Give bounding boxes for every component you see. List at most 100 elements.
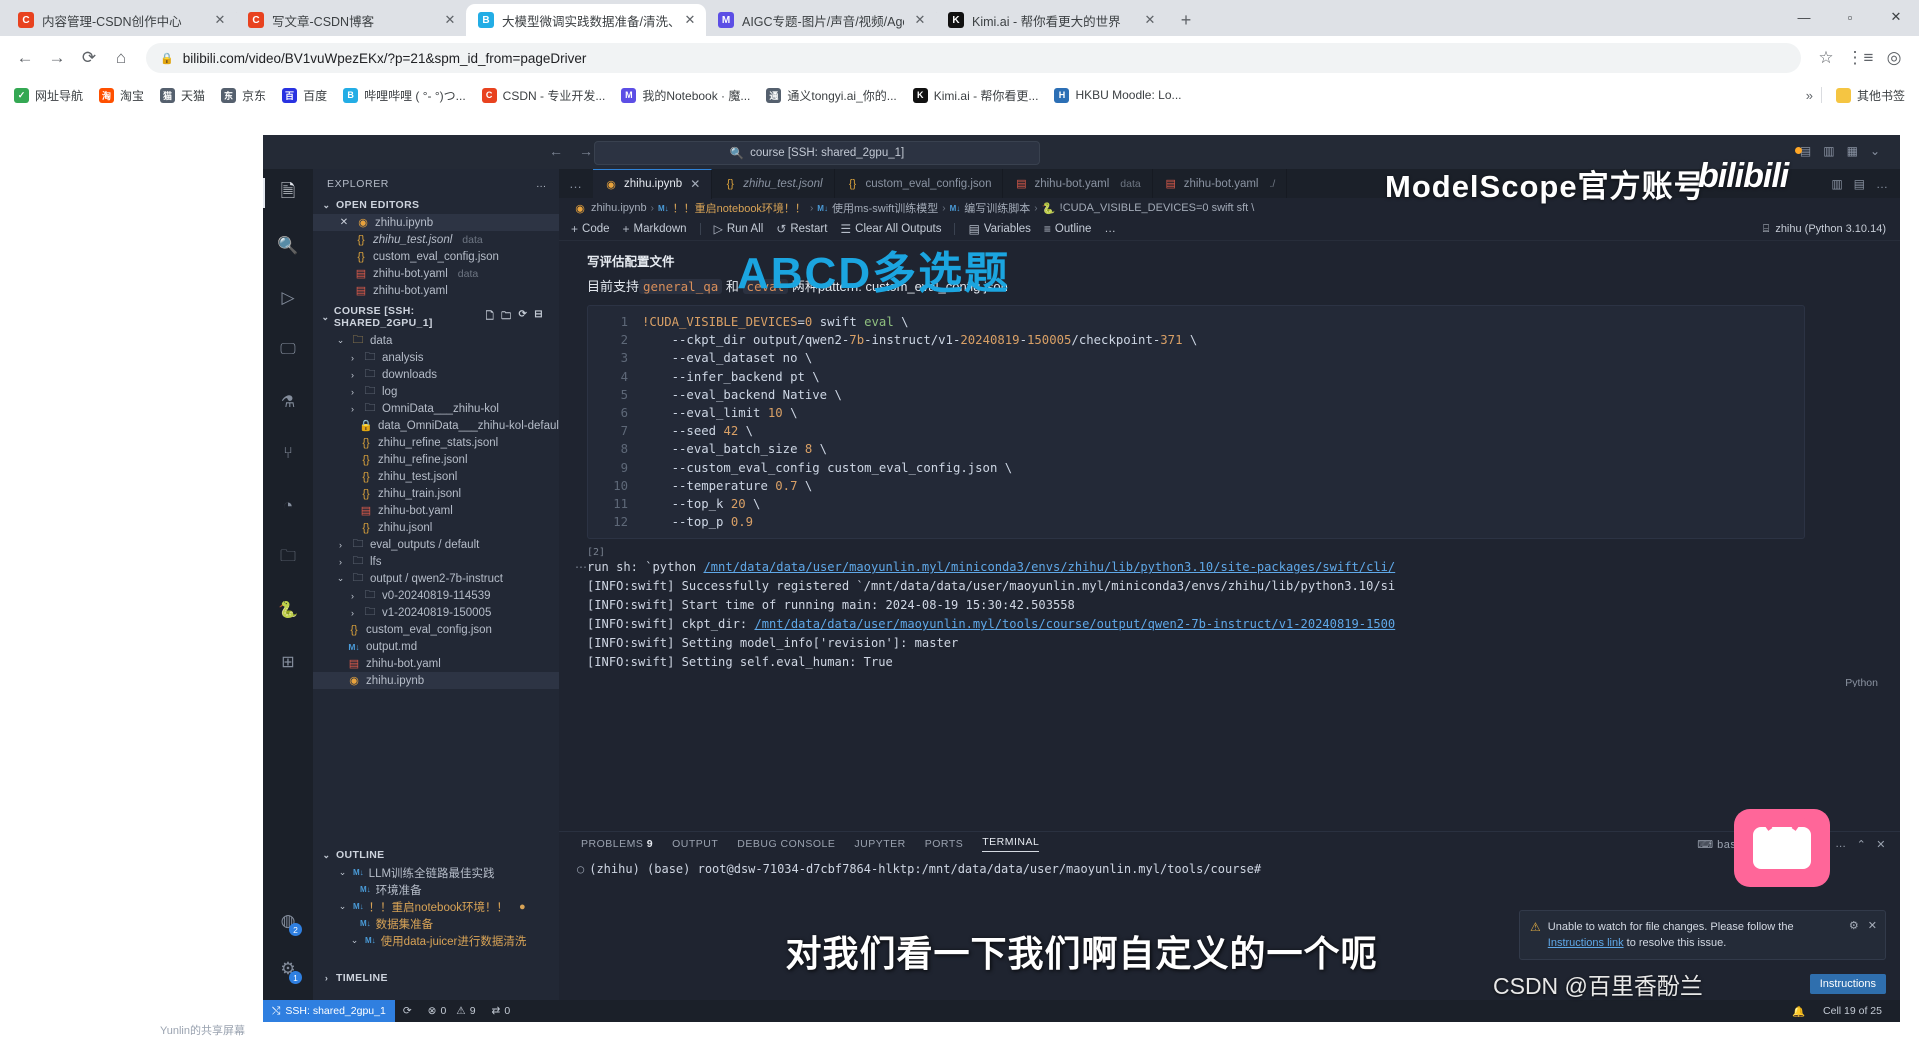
open-editor-item[interactable]: {} zhihu_test.jsonl data <box>313 231 559 248</box>
editor-tab-zhihu-test-jsonl[interactable]: {} zhihu_test.jsonl <box>712 169 835 198</box>
tree-item[interactable]: › 🗀 log <box>313 383 559 400</box>
section-open-editors[interactable]: ⌄ OPEN EDITORS <box>313 196 559 214</box>
address-bar[interactable]: 🔒 bilibili.com/video/BV1vuWpezEKx/?p=21&… <box>146 43 1801 73</box>
close-window-button[interactable]: ✕ <box>1873 0 1919 34</box>
kernel-selector[interactable]: ⌸ zhihu (Python 3.10.14) <box>1763 223 1900 236</box>
new-file-icon[interactable]: 🗋 <box>486 309 494 326</box>
close-icon[interactable]: ✕ <box>337 217 351 228</box>
bookmark-4[interactable]: 百百度 <box>276 84 333 107</box>
statusbar-cell-indicator[interactable]: Cell 19 of 25 <box>1815 1005 1890 1017</box>
minimize-button[interactable]: — <box>1781 0 1827 34</box>
editor-tab-zhihu-ipynb[interactable]: ◉ zhihu.ipynb ✕ <box>593 168 713 199</box>
browser-tab-1[interactable]: C 写文章-CSDN博客 ✕ <box>236 4 467 36</box>
tree-item[interactable]: M↓ output.md <box>313 638 559 655</box>
tree-item[interactable]: {} zhihu_refine_stats.jsonl <box>313 434 559 451</box>
bookmark-3[interactable]: 东京东 <box>215 84 272 107</box>
browser-tab-2[interactable]: B 大模型微调实践数据准备/清洗、 ✕ <box>466 4 706 36</box>
toggle-secondary-sidebar-icon[interactable]: ▦ <box>1847 144 1858 158</box>
tree-item[interactable]: › 🗀 v1-20240819-150005 <box>313 604 559 621</box>
statusbar-ports[interactable]: ⇄ 0 <box>484 1005 519 1017</box>
open-editor-item[interactable]: ✕ ◉ zhihu.ipynb <box>313 214 559 231</box>
vscode-back-icon[interactable]: ← <box>549 143 563 159</box>
new-folder-icon[interactable]: 🗀 <box>501 309 511 326</box>
output-link[interactable]: /mnt/data/data/user/maoyunlin.myl/minico… <box>704 560 1396 574</box>
panel-tab-terminal[interactable]: TERMINAL <box>982 836 1040 852</box>
activity-source-control-icon[interactable]: ⑂ <box>275 441 301 467</box>
statusbar-remote-indicator[interactable]: ⤭ SSH: shared_2gpu_1 <box>263 1000 395 1022</box>
tree-item[interactable]: › 🗀 OmniData___zhihu-kol <box>313 400 559 417</box>
tab-close-icon[interactable]: ✕ <box>442 12 458 28</box>
bookmark-star-icon[interactable]: ☆ <box>1811 43 1841 73</box>
tree-item[interactable]: {} zhihu.jsonl <box>313 519 559 536</box>
tree-item[interactable]: {} zhihu_refine.jsonl <box>313 451 559 468</box>
outline-item[interactable]: ⌄ M↓ ！！重启notebook环境！！ ● <box>313 898 559 915</box>
notification-instructions-button[interactable]: Instructions <box>1809 974 1886 994</box>
refresh-icon[interactable]: ⟳ <box>519 309 528 326</box>
reading-list-icon[interactable]: ⋮≡ <box>1845 43 1875 73</box>
other-bookmarks-button[interactable]: 其他书签 <box>1830 84 1911 107</box>
activity-timeline-icon[interactable]: ◔ <box>275 493 301 519</box>
statusbar-sync[interactable]: ⟳ <box>395 1005 420 1017</box>
close-icon[interactable]: ✕ <box>690 177 700 191</box>
tab-close-icon[interactable]: ✕ <box>912 12 928 28</box>
tree-item[interactable]: ◉ zhihu.ipynb <box>313 672 559 689</box>
vscode-forward-icon[interactable]: → <box>579 143 593 159</box>
breadcrumb-item-3[interactable]: 编写训练脚本 <box>964 200 1030 216</box>
panel-tab-jupyter[interactable]: JUPYTER <box>854 838 905 850</box>
layout-icon[interactable]: ▤ <box>1854 177 1865 191</box>
explorer-more-icon[interactable]: … <box>536 178 547 190</box>
maximize-button[interactable]: ▫ <box>1827 0 1873 34</box>
activity-extensions-icon[interactable]: ⊞ <box>275 649 301 675</box>
tab-close-icon[interactable]: ✕ <box>682 12 698 28</box>
activity-python-icon[interactable]: 🐍 <box>275 597 301 623</box>
statusbar-bell-icon[interactable]: 🔔 <box>1784 1005 1813 1018</box>
panel-tab-debug-console[interactable]: DEBUG CONSOLE <box>737 838 835 850</box>
bookmarks-overflow-button[interactable]: » <box>1806 88 1813 103</box>
tree-item[interactable]: › 🗀 downloads <box>313 366 559 383</box>
bookmark-2[interactable]: 猫天猫 <box>154 84 211 107</box>
tree-item[interactable]: {} custom_eval_config.json <box>313 621 559 638</box>
editor-tabs-overflow-icon[interactable]: … <box>559 176 593 191</box>
panel-more-icon[interactable]: … <box>1835 838 1847 850</box>
code-cell[interactable]: 1 !CUDA_VISIBLE_DEVICES=0 swift eval \ 2 … <box>587 305 1878 687</box>
tree-item[interactable]: › 🗀 analysis <box>313 349 559 366</box>
tree-item[interactable]: {} zhihu_test.jsonl <box>313 468 559 485</box>
panel-tab-output[interactable]: OUTPUT <box>672 838 718 850</box>
outline-button[interactable]: ≡ Outline <box>1044 222 1091 236</box>
add-code-cell-button[interactable]: + Code <box>571 222 610 236</box>
tab-close-icon[interactable]: ✕ <box>212 12 228 28</box>
collapse-all-icon[interactable]: ⊟ <box>534 309 543 326</box>
activity-explorer-icon[interactable]: 🗎 <box>263 178 301 208</box>
section-workspace[interactable]: ⌄ COURSE [SSH: SHARED_2GPU_1] 🗋 🗀 ⟳ ⊟ <box>313 302 559 332</box>
split-editor-icon[interactable]: ▥ <box>1831 177 1842 191</box>
activity-testing-icon[interactable]: ⚗ <box>275 389 301 415</box>
cell-language-label[interactable]: Python <box>1845 677 1878 687</box>
tree-item[interactable]: 🔒 data_OmniData___zhihu-kol-default-c94..… <box>313 417 559 434</box>
run-all-button[interactable]: ▷ Run All <box>714 222 764 236</box>
add-markdown-cell-button[interactable]: + Markdown <box>623 222 687 236</box>
maximize-panel-icon[interactable]: ⌃ <box>1857 838 1867 851</box>
browser-tab-0[interactable]: C 内容管理-CSDN创作中心 ✕ <box>6 4 237 36</box>
bookmark-6[interactable]: C CSDN - 专业开发... <box>476 84 612 107</box>
output-link[interactable]: /mnt/data/data/user/maoyunlin.myl/tools/… <box>754 617 1395 631</box>
breadcrumb-item-2[interactable]: 使用ms-swift训练模型 <box>832 200 938 216</box>
clear-all-outputs-button[interactable]: ☰ Clear All Outputs <box>840 222 941 236</box>
tree-item[interactable]: ▤ zhihu-bot.yaml <box>313 502 559 519</box>
video-stage[interactable]: ← → 🔍 course [SSH: shared_2gpu_1] ▤ ▥ ▦ … <box>263 135 1900 1022</box>
bookmark-10[interactable]: H HKBU Moodle: Lo... <box>1048 85 1187 106</box>
notebook-toolbar-more-icon[interactable]: … <box>1104 223 1116 235</box>
tree-item[interactable]: {} zhihu_train.jsonl <box>313 485 559 502</box>
editor-more-icon[interactable]: … <box>1876 177 1888 191</box>
activity-remote-explorer-icon[interactable]: 🖵 <box>275 337 301 363</box>
customize-layout-icon[interactable]: ⌄ <box>1870 144 1880 158</box>
bookmark-9[interactable]: K Kimi.ai - 帮你看更... <box>907 84 1045 107</box>
tab-close-icon[interactable]: ✕ <box>1142 12 1158 28</box>
breadcrumb-item-4[interactable]: !CUDA_VISIBLE_DEVICES=0 swift sft \ <box>1060 202 1255 214</box>
open-editor-item[interactable]: {} custom_eval_config.json <box>313 248 559 265</box>
activity-run-debug-icon[interactable]: ▷ <box>275 285 301 311</box>
tree-item[interactable]: ⌄ 🗀 output / qwen2-7b-instruct <box>313 570 559 587</box>
bookmark-8[interactable]: 通通义tongyi.ai_你的... <box>760 84 902 107</box>
activity-file-manager-icon[interactable]: 🗀 <box>275 545 301 571</box>
tree-item[interactable]: ⌄ 🗀 data <box>313 332 559 349</box>
editor-tab-zhihu-bot-yaml-data[interactable]: ▤ zhihu-bot.yaml data <box>1003 169 1153 198</box>
